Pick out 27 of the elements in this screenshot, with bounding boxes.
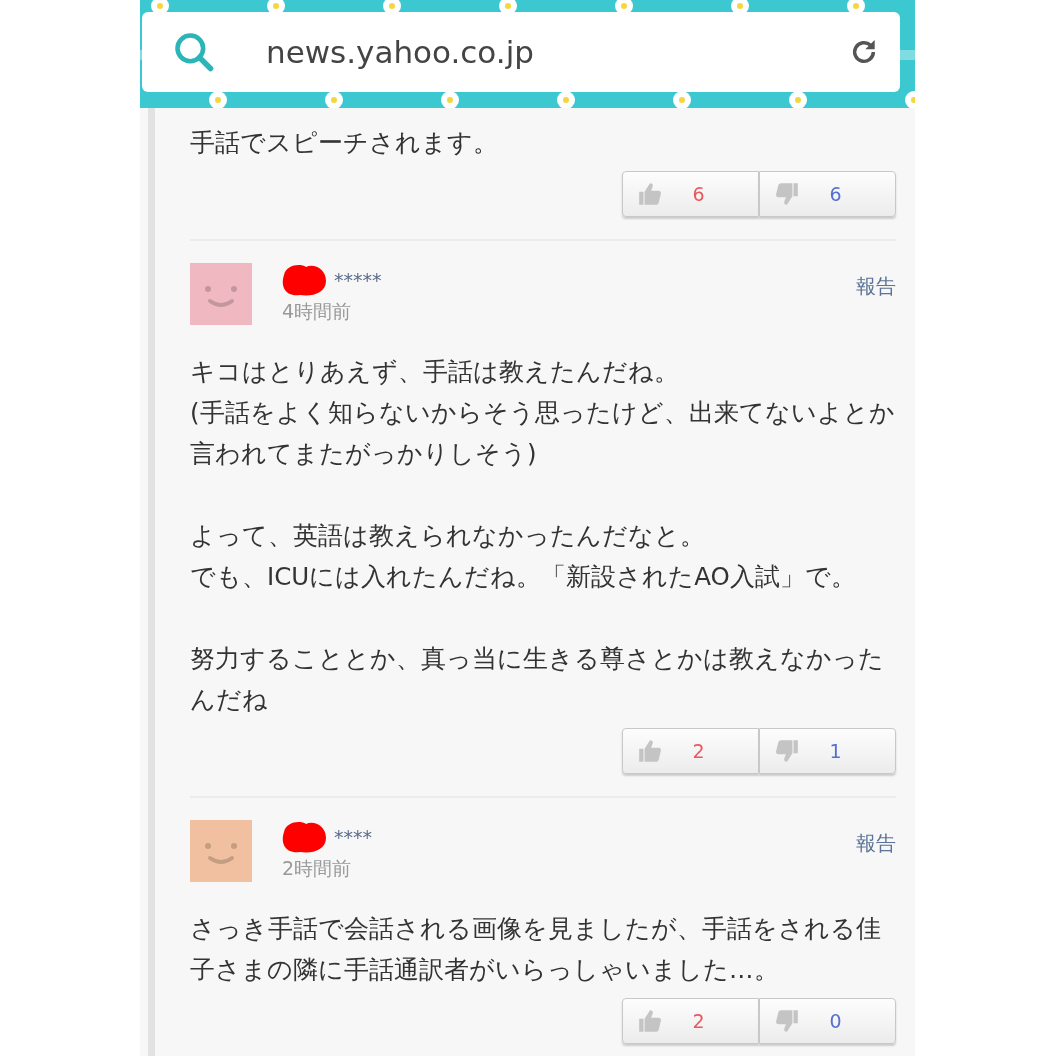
comment-text: 手話でスピーチされます。 <box>190 127 499 159</box>
thumbs-down-icon <box>774 181 800 207</box>
comment-text: でも、ICUには入れたんだね。「新設されたAO入試」で。 <box>190 561 857 593</box>
like-button[interactable]: 2 <box>622 998 759 1044</box>
report-link[interactable]: 報告 <box>856 830 896 857</box>
dislike-button[interactable]: 0 <box>759 998 896 1044</box>
post-time: 2時間前 <box>282 856 353 881</box>
address-bar[interactable]: news.yahoo.co.jp <box>142 12 900 92</box>
dislike-button[interactable]: 1 <box>759 728 896 774</box>
thumbs-down-icon <box>774 1008 800 1034</box>
post-time: 4時間前 <box>282 299 353 324</box>
user-name: ***** <box>334 269 382 291</box>
comment-text: よって、英語は教えられなかったんだなと。 <box>190 520 706 552</box>
thumbs-up-icon <box>637 181 663 207</box>
report-link[interactable]: 報告 <box>856 273 896 300</box>
comment-text: (手話をよく知らないからそう思ったけど、出来てないよとか言われてまたがっかりしそう) <box>190 397 896 470</box>
comment-text: さっき手話で会話される画像を見ましたが、手話をされる佳子さまの隣に手話通訳者がいらっしゃいました…。 <box>190 913 882 986</box>
dislike-button[interactable]: 6 <box>759 171 896 217</box>
like-button[interactable]: 2 <box>622 728 759 774</box>
like-button[interactable]: 6 <box>622 171 759 217</box>
comment-text: 努力することとか、真っ当に生きる尊さとかは教えなかったんだね <box>190 643 885 716</box>
thumbs-down-icon <box>774 738 800 764</box>
comment-text: キコはとりあえず、手話は教えたんだね。 <box>190 356 680 388</box>
thumbs-up-icon <box>637 738 663 764</box>
thumbs-up-icon <box>637 1008 663 1034</box>
url-text: news.yahoo.co.jp <box>266 34 535 70</box>
user-name: **** <box>334 826 372 848</box>
